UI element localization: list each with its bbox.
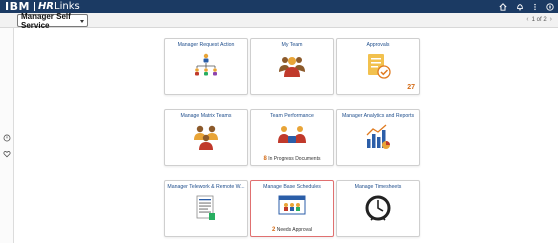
chevron-right-icon[interactable]: › bbox=[550, 16, 552, 23]
team-icon bbox=[251, 52, 333, 78]
tile-manage-timesheets[interactable]: Manage Timesheets bbox=[336, 180, 420, 237]
more-vertical-icon[interactable] bbox=[533, 3, 537, 11]
left-rail bbox=[0, 28, 14, 243]
tile-title: Manager Telework & Remote W... bbox=[167, 184, 245, 190]
tile-manager-telework[interactable]: Manager Telework & Remote W... bbox=[164, 180, 248, 237]
tile-title: My Team bbox=[281, 42, 303, 48]
footer-count: 2 bbox=[271, 227, 276, 233]
tile-title: Team Performance bbox=[270, 113, 314, 119]
links-text: Links bbox=[54, 1, 80, 12]
approvals-icon bbox=[337, 52, 419, 80]
bell-icon[interactable] bbox=[516, 3, 524, 11]
team-performance-icon bbox=[251, 123, 333, 147]
homepage-select[interactable]: Manager Self Service bbox=[17, 11, 88, 30]
analytics-icon bbox=[337, 123, 419, 151]
tile-my-team[interactable]: My Team bbox=[250, 38, 334, 95]
tile-manage-matrix-teams[interactable]: Manage Matrix Teams bbox=[164, 109, 248, 166]
tile-manager-analytics-and-reports[interactable]: Manager Analytics and Reports bbox=[336, 109, 420, 166]
org-chart-icon bbox=[165, 52, 247, 78]
page-pager: ‹ 1 of 2 › bbox=[526, 16, 552, 23]
approvals-count: 27 bbox=[407, 84, 415, 91]
tile-manage-base-schedules[interactable]: Manage Base Schedules 2 Needs Approval bbox=[250, 180, 334, 237]
brand-divider bbox=[33, 2, 35, 11]
heart-icon[interactable] bbox=[3, 145, 11, 163]
hr-text: HR bbox=[37, 1, 55, 12]
chevron-down-icon bbox=[80, 20, 84, 23]
homepage-toolbar: Manager Self Service ‹ 1 of 2 › bbox=[0, 11, 558, 30]
homepage-select-value: Manager Self Service bbox=[21, 11, 71, 30]
schedule-icon bbox=[251, 194, 333, 218]
tile-footer: 8 In Progress Documents bbox=[251, 156, 333, 162]
page-indicator: 1 of 2 bbox=[531, 16, 547, 23]
tile-manager-request-action[interactable]: Manager Request Action bbox=[164, 38, 248, 95]
clock-icon bbox=[337, 194, 419, 222]
footer-label: In Progress Documents bbox=[268, 156, 321, 162]
tile-title: Approvals bbox=[366, 42, 390, 48]
tile-title: Manage Base Schedules bbox=[263, 184, 321, 190]
footer-label: Needs Approval bbox=[276, 227, 313, 233]
tile-title: Manager Request Action bbox=[177, 42, 235, 48]
tile-title: Manage Matrix Teams bbox=[180, 113, 232, 119]
tile-title: Manager Analytics and Reports bbox=[341, 113, 415, 119]
footer-count: 8 bbox=[263, 156, 267, 162]
tile-approvals[interactable]: Approvals 27 bbox=[336, 38, 420, 95]
tile-footer: 2 Needs Approval bbox=[251, 227, 333, 233]
tile-title: Manage Timesheets bbox=[354, 184, 402, 190]
compass-icon[interactable] bbox=[546, 2, 554, 11]
document-icon bbox=[165, 194, 247, 222]
chevron-left-icon[interactable]: ‹ bbox=[526, 16, 528, 23]
matrix-team-icon bbox=[165, 123, 247, 151]
tile-team-performance[interactable]: Team Performance 8 In Progress Documents bbox=[250, 109, 334, 166]
home-icon[interactable] bbox=[499, 2, 507, 11]
